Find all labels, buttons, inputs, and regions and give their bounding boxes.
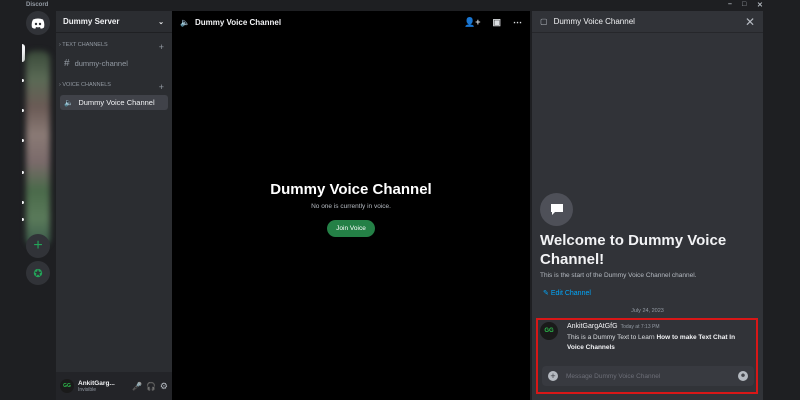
message-time: Today at 7:13 PM — [620, 324, 660, 330]
avatar[interactable]: GG — [540, 322, 558, 340]
hash-icon: # — [64, 58, 70, 69]
settings-gear-icon[interactable]: ⚙ — [160, 381, 168, 392]
edit-channel-link[interactable]: ✎ Edit Channel — [543, 289, 591, 297]
chat-header: ▢ Dummy Voice Channel ✕ — [532, 11, 763, 33]
explore-servers-button[interactable]: ✪ — [26, 261, 50, 285]
voice-header: 🔈 Dummy Voice Channel 👤+ ▣ ⋯ — [172, 11, 530, 33]
channel-dummy-channel[interactable]: # dummy-channel — [60, 55, 168, 72]
discord-home-button[interactable] — [26, 11, 50, 35]
channel-name: dummy-channel — [74, 59, 128, 68]
add-channel-icon[interactable]: + — [159, 42, 164, 52]
right-gutter — [763, 11, 800, 400]
close-window-button[interactable]: ✕ — [757, 1, 763, 9]
maximize-button[interactable]: □ — [742, 1, 746, 8]
compass-icon: ✪ — [33, 267, 43, 280]
pencil-icon: ✎ — [543, 290, 549, 297]
server-icons-blurred[interactable] — [26, 51, 50, 246]
emoji-icon[interactable]: ☻ — [738, 371, 748, 381]
message-text: This is a Dummy Text to Learn How to mak… — [567, 333, 747, 353]
date-divider: July 24, 2023 — [631, 308, 664, 314]
more-options-icon[interactable]: ⋯ — [513, 17, 522, 28]
join-voice-button[interactable]: Join Voice — [327, 220, 375, 237]
server-name: Dummy Server — [63, 17, 120, 26]
voice-header-title: Dummy Voice Channel — [194, 17, 282, 27]
app-title: Discord — [26, 2, 49, 8]
add-channel-icon[interactable]: + — [159, 82, 164, 92]
discord-logo-icon — [31, 18, 45, 29]
voice-subtitle: No one is currently in voice. — [311, 203, 391, 210]
microphone-icon[interactable]: 🎤 — [132, 382, 142, 391]
category-voice-channels[interactable]: › VOICE CHANNELS + — [56, 82, 172, 92]
category-text-channels[interactable]: › TEXT CHANNELS + — [56, 42, 172, 52]
chevron-down-icon: ⌄ — [158, 18, 164, 26]
channel-name: Dummy Voice Channel — [78, 98, 155, 107]
title-bar: Discord – □ ✕ — [0, 0, 800, 11]
username: AnkitGarg... — [78, 379, 115, 387]
minimize-button[interactable]: – — [728, 1, 732, 8]
chat-bubble-icon — [540, 193, 573, 226]
invite-user-icon[interactable]: 👤+ — [464, 17, 480, 28]
add-server-button[interactable]: + — [26, 234, 50, 258]
message-placeholder: Message Dummy Voice Channel — [566, 372, 661, 380]
headphones-icon[interactable]: 🎧 — [146, 382, 156, 391]
selected-server-indicator — [22, 44, 25, 62]
plus-icon: + — [33, 237, 43, 254]
message-input[interactable]: + Message Dummy Voice Channel ☻ — [542, 366, 754, 386]
message-author[interactable]: AnkitGargAtGfG — [567, 323, 618, 330]
voice-empty-state: Dummy Voice Channel No one is currently … — [172, 181, 530, 237]
voice-channel-view: 🔈 Dummy Voice Channel 👤+ ▣ ⋯ Dummy Voice… — [172, 11, 530, 400]
popout-icon[interactable]: ▣ — [492, 17, 501, 28]
avatar[interactable]: GG — [60, 379, 74, 393]
welcome-heading: Welcome to Dummy Voice Channel! — [540, 232, 727, 268]
channel-dummy-voice-channel[interactable]: 🔈 Dummy Voice Channel — [60, 95, 168, 110]
add-attachment-icon[interactable]: + — [548, 371, 558, 381]
category-label: VOICE CHANNELS — [62, 82, 111, 88]
speaker-icon: 🔈 — [180, 17, 190, 27]
chat-header-title: Dummy Voice Channel — [553, 17, 635, 26]
speaker-icon: 🔈 — [64, 98, 74, 107]
edit-channel-label: Edit Channel — [550, 290, 591, 297]
user-panel: GG AnkitGarg... Invisible 🎤 🎧 ⚙ — [56, 372, 172, 400]
chat-panel: ▢ Dummy Voice Channel ✕ Welcome to Dummy… — [532, 11, 763, 400]
message-plain: This is a Dummy Text to Learn — [567, 334, 657, 341]
server-header[interactable]: Dummy Server ⌄ — [56, 11, 172, 33]
server-rail: + ✪ — [0, 11, 56, 400]
user-status: Invisible — [78, 386, 97, 393]
channel-sidebar: Dummy Server ⌄ › TEXT CHANNELS + # dummy… — [56, 11, 172, 400]
category-label: TEXT CHANNELS — [62, 42, 108, 48]
close-icon[interactable]: ✕ — [745, 15, 755, 29]
voice-title: Dummy Voice Channel — [270, 181, 432, 198]
chat-bubble-icon: ▢ — [540, 17, 548, 26]
welcome-subtext: This is the start of the Dummy Voice Cha… — [540, 272, 697, 279]
